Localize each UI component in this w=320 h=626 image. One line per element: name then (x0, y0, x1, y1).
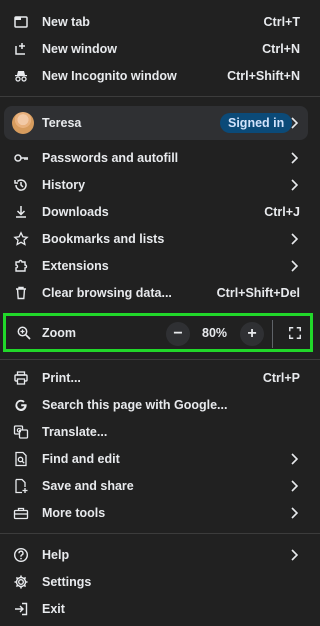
zoom-level: 80% (202, 326, 228, 340)
shortcut-text: Ctrl+T (263, 15, 300, 29)
menu-item-exit[interactable]: Exit (0, 596, 320, 622)
find-icon (12, 450, 30, 468)
print-icon (12, 369, 30, 387)
menu-item-translate[interactable]: G Translate... (0, 419, 320, 445)
menu-divider (0, 96, 320, 97)
zoom-divider (272, 320, 273, 348)
toolbox-icon (12, 504, 30, 522)
chevron-right-icon (290, 259, 300, 273)
star-icon (12, 230, 30, 248)
new-tab-icon (12, 13, 30, 31)
menu-item-search-with-google[interactable]: Search this page with Google... (0, 392, 320, 418)
menu-item-label: Search this page with Google... (42, 398, 228, 412)
download-icon (12, 203, 30, 221)
menu-divider (0, 359, 320, 360)
menu-item-history[interactable]: History (0, 172, 320, 198)
menu-item-label: Find and edit (42, 452, 120, 466)
shortcut-text: Ctrl+P (262, 371, 300, 385)
menu-item-label: History (42, 178, 86, 192)
menu-item-save-and-share[interactable]: Save and share (0, 473, 320, 499)
google-g-icon (12, 396, 30, 414)
menu-item-clear-browsing-data[interactable]: Clear browsing data... Ctrl+Shift+Del (0, 280, 320, 306)
menu-item-print[interactable]: Print... Ctrl+P (0, 365, 320, 391)
menu-item-label: New window (42, 42, 117, 56)
chevron-right-icon (290, 452, 300, 466)
trash-icon (12, 284, 30, 302)
zoom-label: Zoom (42, 326, 77, 340)
fullscreen-icon[interactable] (286, 324, 304, 342)
menu-item-label: Translate... (42, 425, 108, 439)
menu-item-settings[interactable]: Settings (0, 569, 320, 595)
menu-item-label: Passwords and autofill (42, 151, 179, 165)
menu-item-label: Exit (42, 602, 65, 616)
chevron-right-icon (290, 548, 300, 562)
new-window-icon (12, 40, 30, 58)
menu-item-label: New tab (42, 15, 90, 29)
chevron-right-icon (290, 479, 300, 493)
history-icon (12, 176, 30, 194)
chevron-right-icon (290, 116, 299, 134)
profile-row[interactable]: Teresa Signed in (4, 106, 308, 140)
menu-item-extensions[interactable]: Extensions (0, 253, 320, 279)
menu-item-new-tab[interactable]: New tab Ctrl+T (0, 9, 320, 35)
menu-item-downloads[interactable]: Downloads Ctrl+J (0, 199, 320, 225)
exit-icon (12, 600, 30, 618)
shortcut-text: Ctrl+N (262, 42, 300, 56)
menu-item-label: Bookmarks and lists (42, 232, 165, 246)
zoom-row: Zoom − 80% + (3, 313, 313, 352)
help-icon (12, 546, 30, 564)
menu-item-label: Save and share (42, 479, 134, 493)
key-icon (12, 149, 30, 167)
profile-name: Teresa (42, 116, 82, 130)
signed-in-badge: Signed in (220, 113, 293, 133)
menu-item-label: Settings (42, 575, 92, 589)
chrome-main-menu: New tab Ctrl+T New window Ctrl+N New Inc… (0, 0, 320, 626)
chevron-right-icon (290, 232, 300, 246)
puzzle-icon (12, 257, 30, 275)
menu-item-more-tools[interactable]: More tools (0, 500, 320, 526)
menu-item-label: Print... (42, 371, 81, 385)
menu-item-label: Extensions (42, 259, 109, 273)
zoom-in-button[interactable]: + (240, 322, 264, 346)
menu-item-label: New Incognito window (42, 69, 177, 83)
incognito-icon (12, 67, 30, 85)
translate-icon: G (12, 423, 30, 441)
menu-item-label: Downloads (42, 205, 109, 219)
menu-divider (0, 533, 320, 534)
menu-item-bookmarks[interactable]: Bookmarks and lists (0, 226, 320, 252)
menu-item-help[interactable]: Help (0, 542, 320, 568)
zoom-icon (15, 324, 33, 342)
svg-text:G: G (17, 427, 22, 434)
menu-item-find-and-edit[interactable]: Find and edit (0, 446, 320, 472)
save-share-icon (12, 477, 30, 495)
zoom-out-button[interactable]: − (166, 322, 190, 346)
menu-item-label: Help (42, 548, 70, 562)
avatar (12, 112, 34, 134)
menu-item-new-incognito[interactable]: New Incognito window Ctrl+Shift+N (0, 63, 320, 89)
chevron-right-icon (290, 506, 300, 520)
menu-item-label: Clear browsing data... (42, 286, 172, 300)
chevron-right-icon (290, 178, 300, 192)
shortcut-text: Ctrl+Shift+Del (216, 286, 300, 300)
menu-item-new-window[interactable]: New window Ctrl+N (0, 36, 320, 62)
menu-item-label: More tools (42, 506, 106, 520)
menu-item-passwords[interactable]: Passwords and autofill (0, 145, 320, 171)
shortcut-text: Ctrl+Shift+N (227, 69, 300, 83)
chevron-right-icon (290, 151, 300, 165)
gear-icon (12, 573, 30, 591)
shortcut-text: Ctrl+J (264, 205, 300, 219)
